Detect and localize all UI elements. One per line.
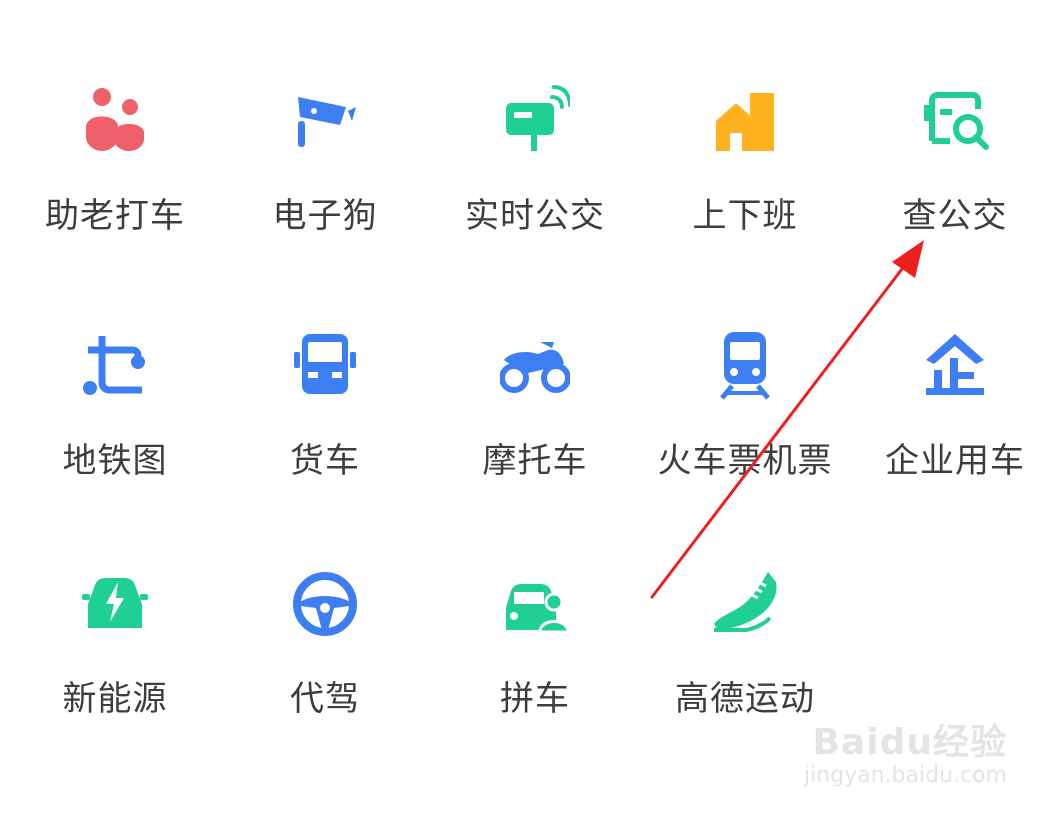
grid-item-new-energy[interactable]: 新能源 bbox=[10, 568, 220, 768]
motorcycle-icon bbox=[500, 330, 570, 400]
watermark-main: Baidu经验 bbox=[812, 722, 1007, 763]
grid-item-bus-search[interactable]: 查公交 bbox=[850, 85, 1060, 285]
grid-item-label: 代驾 bbox=[290, 679, 360, 719]
service-grid: 助老打车 电子狗 实时公交 上下班 查公交 地铁图 货车 摩托车 火车票机票 企… bbox=[0, 0, 1062, 817]
grid-item-label: 地铁图 bbox=[62, 441, 168, 481]
grid-item-label: 上下班 bbox=[692, 196, 798, 236]
grid-item-label: 货车 bbox=[290, 441, 360, 481]
speed-camera-icon bbox=[290, 85, 360, 155]
grid-item-train-plane-tickets[interactable]: 火车票机票 bbox=[640, 330, 850, 530]
running-shoe-icon bbox=[710, 568, 780, 638]
grid-item-designated-driver[interactable]: 代驾 bbox=[220, 568, 430, 768]
grid-item-label: 助老打车 bbox=[45, 196, 185, 236]
grid-item-label: 实时公交 bbox=[465, 196, 605, 236]
grid-item-elderly-taxi[interactable]: 助老打车 bbox=[10, 85, 220, 285]
grid-item-motorcycle[interactable]: 摩托车 bbox=[430, 330, 640, 530]
grid-item-label: 火车票机票 bbox=[657, 441, 833, 481]
elderly-couple-icon bbox=[80, 85, 150, 155]
bus-search-icon bbox=[920, 85, 990, 155]
grid-item-speed-camera[interactable]: 电子狗 bbox=[220, 85, 430, 285]
subway-map-icon bbox=[80, 330, 150, 400]
grid-item-enterprise-car[interactable]: 企业用车 bbox=[850, 330, 1060, 530]
commute-buildings-icon bbox=[710, 85, 780, 155]
grid-item-label: 企业用车 bbox=[885, 441, 1025, 481]
grid-item-subway-map[interactable]: 地铁图 bbox=[10, 330, 220, 530]
watermark: Baidu经验 jingyan.baidu.com bbox=[803, 705, 1007, 800]
grid-item-label: 摩托车 bbox=[482, 441, 588, 481]
grid-item-truck[interactable]: 货车 bbox=[220, 330, 430, 530]
bus-stop-signal-icon bbox=[500, 85, 570, 155]
grid-item-carpool[interactable]: 拼车 bbox=[430, 568, 640, 768]
grid-item-commute[interactable]: 上下班 bbox=[640, 85, 850, 285]
steering-wheel-icon bbox=[290, 568, 360, 638]
electric-car-icon bbox=[80, 568, 150, 638]
watermark-url: jingyan.baidu.com bbox=[803, 763, 1007, 788]
truck-icon bbox=[290, 330, 360, 400]
grid-item-label: 拼车 bbox=[500, 679, 570, 719]
train-icon bbox=[710, 330, 780, 400]
grid-item-label: 新能源 bbox=[62, 679, 168, 719]
enterprise-icon bbox=[920, 330, 990, 400]
grid-item-label: 电子狗 bbox=[272, 196, 378, 236]
grid-item-realtime-bus[interactable]: 实时公交 bbox=[430, 85, 640, 285]
carpool-icon bbox=[500, 568, 570, 638]
grid-item-label: 查公交 bbox=[902, 196, 1008, 236]
